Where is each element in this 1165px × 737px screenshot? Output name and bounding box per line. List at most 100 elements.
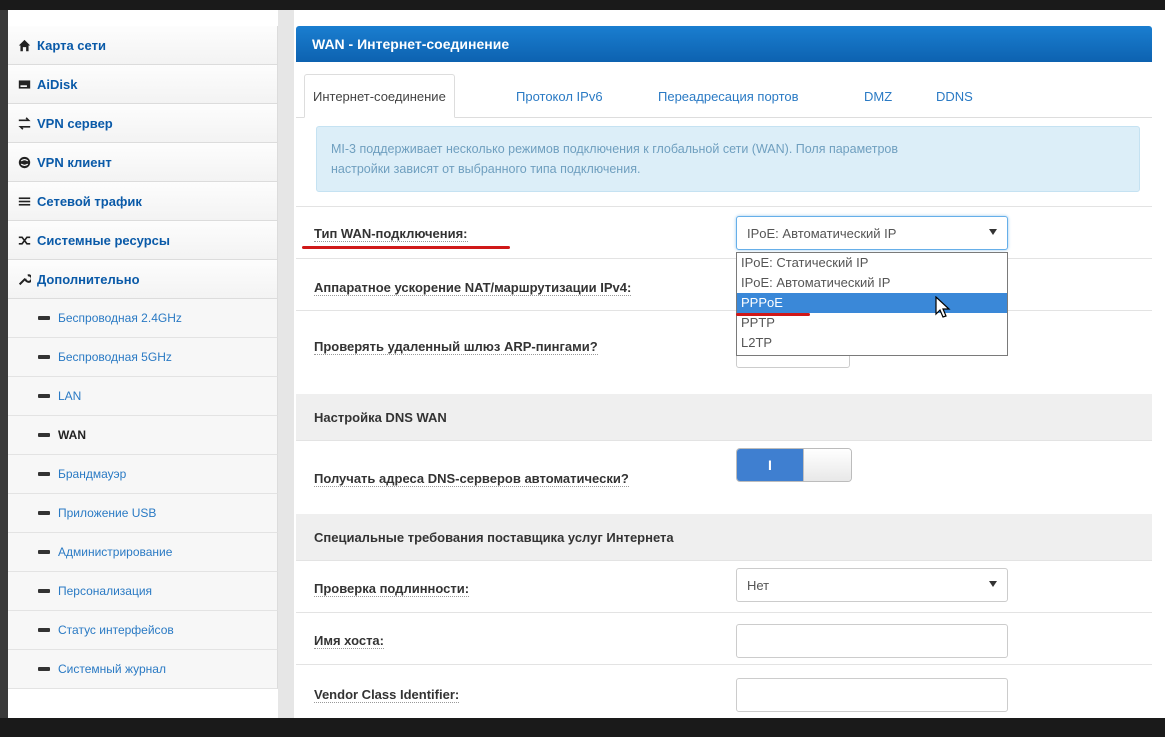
wan-type-select[interactable]: IPoE: Автоматический IP [736, 216, 1008, 250]
mouse-cursor-icon [935, 296, 951, 318]
sidebar-sub-personalization[interactable]: Персонализация [8, 572, 278, 611]
sidebar-item-label: VPN клиент [37, 154, 112, 170]
dns-section-header: Настройка DNS WAN [296, 394, 1152, 440]
wan-type-option-l2tp[interactable]: L2TP [737, 333, 1007, 353]
sidebar-item-label: VPN сервер [37, 115, 113, 131]
chevron-down-icon [989, 229, 997, 235]
sidebar-sub-label: Администрирование [58, 545, 173, 559]
hostname-label: Имя хоста: [314, 633, 384, 649]
shuffle-icon [16, 233, 32, 247]
arp-ping-label: Проверять удаленный шлюз ARP-пингами? [314, 339, 598, 355]
sidebar-sub-admin[interactable]: Администрирование [8, 533, 278, 572]
dash-icon [38, 667, 50, 671]
toggle-on-indicator: I [737, 449, 803, 481]
sidebar-sub-wireless-24[interactable]: Беспроводная 2.4GHz [8, 299, 278, 338]
row-arp-ping: Проверять удаленный шлюз ARP-пингами? [296, 310, 1152, 394]
tab-port-forwarding[interactable]: Переадресация портов [650, 74, 807, 118]
dash-icon [38, 394, 50, 398]
sidebar-item-label: AiDisk [37, 76, 78, 92]
top-frame-band [0, 0, 1165, 10]
auth-label: Проверка подлинности: [314, 581, 470, 597]
sidebar-item-label: Карта сети [37, 37, 106, 53]
vpn-server-icon [16, 116, 32, 130]
sidebar-sub-syslog[interactable]: Системный журнал [8, 650, 278, 689]
row-vendor-class: Vendor Class Identifier: [296, 664, 1152, 718]
dns-auto-toggle[interactable]: I [736, 448, 852, 482]
tab-internet-connection[interactable]: Интернет-соединение [304, 74, 455, 118]
dash-icon [38, 589, 50, 593]
sidebar-item-vpn-server[interactable]: VPN сервер [8, 104, 278, 143]
page-gutter [278, 10, 294, 718]
isp-section-header: Специальные требования поставщика услуг … [296, 514, 1152, 560]
main-panel: WAN - Интернет-соединение Интернет-соеди… [296, 26, 1152, 718]
dash-icon [38, 550, 50, 554]
vendor-class-input[interactable] [736, 678, 1008, 712]
sidebar-item-advanced[interactable]: Дополнительно [8, 260, 278, 299]
wrench-icon [16, 272, 32, 286]
sidebar-sub-firewall[interactable]: Брандмауэр [8, 455, 278, 494]
sidebar-sub-wireless-5[interactable]: Беспроводная 5GHz [8, 338, 278, 377]
wan-type-dropdown-list: IPoE: Статический IP IPoE: Автоматически… [736, 252, 1008, 356]
disk-icon [16, 77, 32, 91]
toggle-knob [803, 449, 851, 481]
sidebar-item-network-map[interactable]: Карта сети [8, 26, 278, 65]
sidebar-sub-interface-status[interactable]: Статус интерфейсов [8, 611, 278, 650]
sidebar-nav: Карта сети AiDisk VPN сервер VPN клиент … [8, 26, 278, 706]
sidebar-item-traffic[interactable]: Сетевой трафик [8, 182, 278, 221]
sidebar-sub-label: LAN [58, 389, 82, 403]
row-dns-auto: Получать адреса DNS-серверов автоматичес… [296, 440, 1152, 514]
sidebar-sub-lan[interactable]: LAN [8, 377, 278, 416]
sidebar-item-aidisk[interactable]: AiDisk [8, 65, 278, 104]
info-box: MI-3 поддерживает несколько режимов подк… [316, 126, 1140, 192]
row-wan-type: Тип WAN-подключения: [296, 206, 1152, 258]
sidebar-item-vpn-client[interactable]: VPN клиент [8, 143, 278, 182]
info-line-1: MI-3 поддерживает несколько режимов подк… [331, 142, 898, 156]
annotation-underline-pppoe [736, 313, 810, 316]
dash-icon [38, 472, 50, 476]
home-icon [16, 38, 32, 52]
sidebar-item-system-resources[interactable]: Системные ресурсы [8, 221, 278, 260]
sidebar-sub-label: WAN [58, 428, 86, 442]
nat-acceleration-label: Аппаратное ускорение NAT/маршрутизации I… [314, 280, 632, 296]
dash-icon [38, 316, 50, 320]
chevron-down-icon [989, 581, 997, 587]
row-hostname: Имя хоста: [296, 612, 1152, 664]
row-nat-acceleration: Аппаратное ускорение NAT/маршрутизации I… [296, 258, 1152, 310]
auth-select[interactable]: Нет [736, 568, 1008, 602]
sidebar-sub-label: Беспроводная 5GHz [58, 350, 172, 364]
dash-icon [38, 355, 50, 359]
traffic-icon [16, 194, 32, 208]
dash-icon [38, 511, 50, 515]
sidebar-sub-label: Беспроводная 2.4GHz [58, 311, 182, 325]
auth-selected-value: Нет [747, 577, 770, 593]
left-frame-band [0, 10, 8, 718]
dash-icon [38, 628, 50, 632]
dns-auto-label: Получать адреса DNS-серверов автоматичес… [314, 471, 629, 487]
sidebar-sub-label: Брандмауэр [58, 467, 127, 481]
page-title: WAN - Интернет-соединение [296, 26, 1152, 62]
row-auth: Проверка подлинности: [296, 560, 1152, 612]
wan-type-label: Тип WAN-подключения: [314, 226, 468, 242]
vendor-class-label: Vendor Class Identifier: [314, 687, 460, 703]
wan-type-option-auto[interactable]: IPoE: Автоматический IP [737, 273, 1007, 293]
sidebar-item-label: Дополнительно [37, 271, 140, 287]
hostname-input[interactable] [736, 624, 1008, 658]
tab-dmz[interactable]: DMZ [856, 74, 900, 118]
dash-icon [38, 433, 50, 437]
tab-bar: Интернет-соединение Протокол IPv6 Переад… [296, 62, 1152, 118]
sidebar-item-label: Системные ресурсы [37, 232, 171, 248]
sidebar-sub-wan[interactable]: WAN [8, 416, 278, 455]
wan-type-option-pptp[interactable]: PPTP [737, 313, 1007, 333]
sidebar-item-label: Сетевой трафик [37, 193, 142, 209]
sidebar-sub-label: Персонализация [58, 584, 153, 598]
tab-ddns[interactable]: DDNS [928, 74, 981, 118]
tab-ipv6[interactable]: Протокол IPv6 [508, 74, 611, 118]
bottom-frame-band [0, 718, 1165, 737]
wan-type-option-static[interactable]: IPoE: Статический IP [737, 253, 1007, 273]
sidebar-sub-usb[interactable]: Приложение USB [8, 494, 278, 533]
sidebar-sub-label: Системный журнал [58, 662, 166, 676]
annotation-underline-wan-type [302, 246, 510, 249]
sidebar-sub-label: Приложение USB [58, 506, 157, 520]
wan-type-option-pppoe[interactable]: PPPoE [737, 293, 1007, 313]
info-line-2: настройки зависят от выбранного типа под… [331, 162, 641, 176]
